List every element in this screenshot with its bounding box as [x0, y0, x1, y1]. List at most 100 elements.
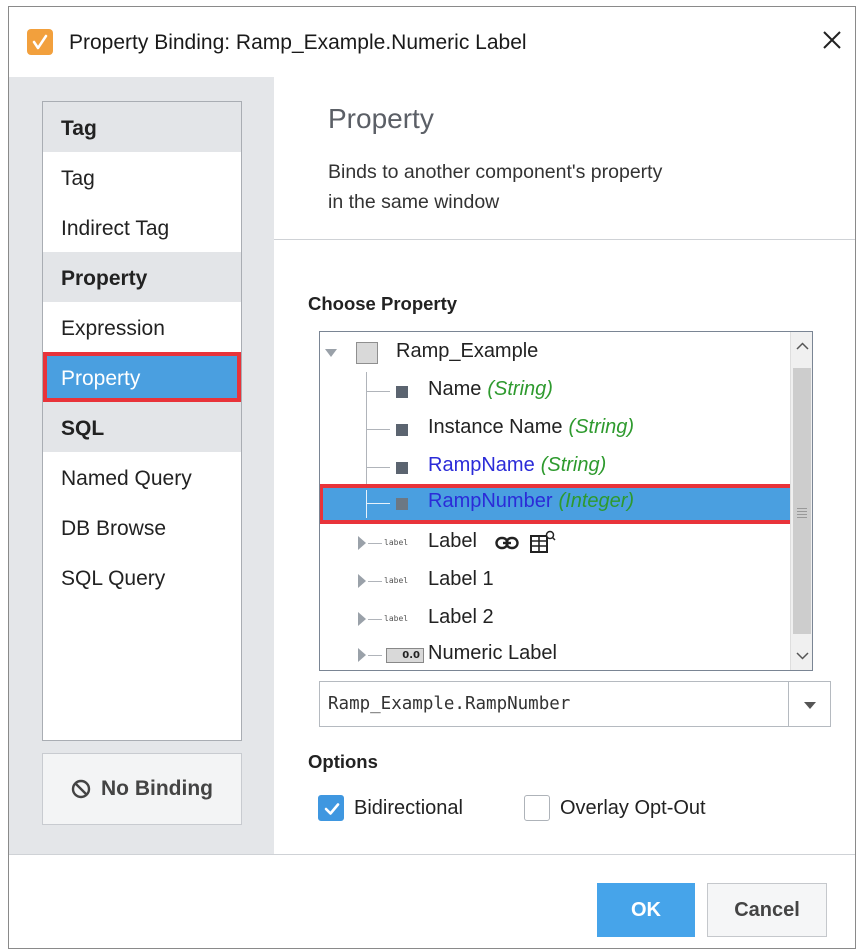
tree-row-label: Numeric Label: [428, 642, 557, 664]
panel-description-line1: Binds to another component's property: [328, 161, 663, 183]
tree-row-label: Instance Name (String): [428, 416, 634, 439]
tree-connector: [368, 655, 382, 656]
binding-type-list: Tag Tag Indirect Tag Property Expression…: [42, 101, 242, 741]
tree-row-label: Label: [428, 530, 477, 552]
property-icon: [396, 386, 408, 398]
tree-connector: [366, 490, 367, 518]
property-type: (Integer): [558, 490, 635, 512]
tree-connector: [368, 619, 382, 620]
nav-item-db-browse[interactable]: DB Browse: [43, 502, 241, 552]
nav-item-indirect-tag[interactable]: Indirect Tag: [43, 202, 241, 252]
property-name: Instance Name: [428, 416, 563, 438]
property-name: Name: [428, 378, 482, 400]
panel-description: Binds to another component's property in…: [328, 157, 828, 217]
label-component-icon: label: [384, 538, 409, 547]
dialog-title: Property Binding: Ramp_Example.Numeric L…: [69, 31, 527, 54]
panel-description-line2: in the same window: [328, 191, 500, 213]
nav-group-tag: Tag: [43, 102, 241, 152]
tree-connector: [368, 581, 382, 582]
no-binding-button[interactable]: No Binding: [42, 753, 242, 825]
bidirectional-label: Bidirectional: [354, 796, 463, 819]
tree-row-label-1[interactable]: label Label 1: [320, 562, 792, 600]
property-binding-dialog: Property Binding: Ramp_Example.Numeric L…: [8, 6, 856, 949]
tree-row-rampnumber[interactable]: RampNumber (Integer): [320, 484, 812, 524]
dialog-footer: OK Cancel: [9, 854, 855, 948]
overlay-opt-out-label: Overlay Opt-Out: [560, 796, 706, 819]
tree-row-label: Name (String): [428, 378, 553, 401]
options-label: Options: [308, 751, 378, 772]
title-bar: Property Binding: Ramp_Example.Numeric L…: [9, 7, 855, 77]
label-component-icon: label: [384, 576, 409, 585]
tree-row-label: Label 2: [428, 606, 494, 628]
choose-property-label: Choose Property: [308, 293, 458, 314]
divider: [274, 239, 855, 240]
tree-connector: [366, 391, 390, 392]
tree-row-label: Label 1: [428, 568, 494, 590]
tree-row-instance-name[interactable]: Instance Name (String): [320, 410, 792, 448]
close-icon[interactable]: [815, 23, 849, 57]
tree-row-label: RampName (String): [428, 454, 606, 477]
tree-row-label-2[interactable]: label Label 2: [320, 600, 792, 638]
collapse-arrow-icon: [325, 349, 337, 357]
label-component-icon: label: [384, 614, 409, 623]
expand-arrow-icon[interactable]: [358, 536, 366, 550]
tree-root-label: Ramp_Example: [396, 340, 539, 362]
scroll-up-icon[interactable]: [796, 342, 809, 350]
nav-group-sql: SQL: [43, 402, 241, 452]
grip-line: [797, 508, 807, 509]
property-icon: [396, 498, 408, 510]
nav-item-property[interactable]: Property: [43, 352, 241, 402]
tree-row-numeric-label[interactable]: 0.0 Numeric Label: [320, 636, 792, 670]
property-type: (String): [487, 378, 553, 400]
tree-connector: [366, 429, 390, 430]
scroll-thumb[interactable]: [793, 368, 811, 634]
prohibited-icon: [71, 779, 91, 799]
binding-config-panel: Property Binds to another component's pr…: [274, 77, 855, 854]
table-search-icon: [530, 530, 556, 553]
expand-arrow-icon[interactable]: [358, 574, 366, 588]
numeric-label-icon: 0.0: [386, 648, 424, 663]
property-type: (String): [568, 416, 635, 438]
path-dropdown-button[interactable]: [789, 681, 831, 727]
tree-connector: [366, 467, 390, 468]
nav-item-tag[interactable]: Tag: [43, 152, 241, 202]
link-icon: [495, 536, 519, 550]
grip-line: [797, 517, 807, 518]
tree-row-root[interactable]: Ramp_Example: [320, 334, 792, 372]
scroll-down-icon[interactable]: [796, 652, 809, 660]
tree-row-name[interactable]: Name (String): [320, 372, 792, 410]
expand-arrow-icon[interactable]: [358, 612, 366, 626]
property-icon: [396, 462, 408, 474]
tree-row-rampname[interactable]: RampName (String): [320, 448, 792, 486]
binding-type-sidebar: Tag Tag Indirect Tag Property Expression…: [9, 77, 274, 854]
property-tree[interactable]: Ramp_Example Name (String) Instance Name(…: [319, 331, 813, 671]
property-icon: [396, 424, 408, 436]
grip-line: [797, 514, 807, 515]
panel-title: Property: [328, 103, 434, 134]
overlay-opt-out-checkbox[interactable]: [524, 795, 550, 821]
bidirectional-option[interactable]: Bidirectional: [318, 793, 463, 823]
bidirectional-checkbox[interactable]: [318, 795, 344, 821]
ok-button[interactable]: OK: [597, 883, 695, 937]
overlay-opt-out-option[interactable]: Overlay Opt-Out: [524, 793, 706, 823]
selected-property-path[interactable]: Ramp_Example.RampNumber: [319, 681, 789, 727]
property-name: RampName: [428, 454, 535, 476]
tree-row-label: RampNumber (Integer): [428, 490, 634, 513]
chevron-down-icon: [804, 702, 816, 709]
no-binding-label: No Binding: [101, 777, 213, 800]
nav-group-property: Property: [43, 252, 241, 302]
property-type: (String): [540, 454, 607, 476]
tree-connector: [366, 503, 390, 504]
tree-connector: [368, 543, 382, 544]
nav-item-sql-query[interactable]: SQL Query: [43, 552, 241, 602]
cancel-button[interactable]: Cancel: [707, 883, 827, 937]
checkmark-icon: [324, 803, 340, 815]
container-icon: [356, 342, 378, 364]
grip-line: [797, 511, 807, 512]
tree-row-label-component[interactable]: label Label: [320, 524, 792, 562]
property-name: RampNumber: [428, 490, 553, 512]
tree-scrollbar[interactable]: [790, 332, 812, 670]
expand-arrow-icon[interactable]: [358, 648, 366, 662]
nav-item-expression[interactable]: Expression: [43, 302, 241, 352]
nav-item-named-query[interactable]: Named Query: [43, 452, 241, 502]
